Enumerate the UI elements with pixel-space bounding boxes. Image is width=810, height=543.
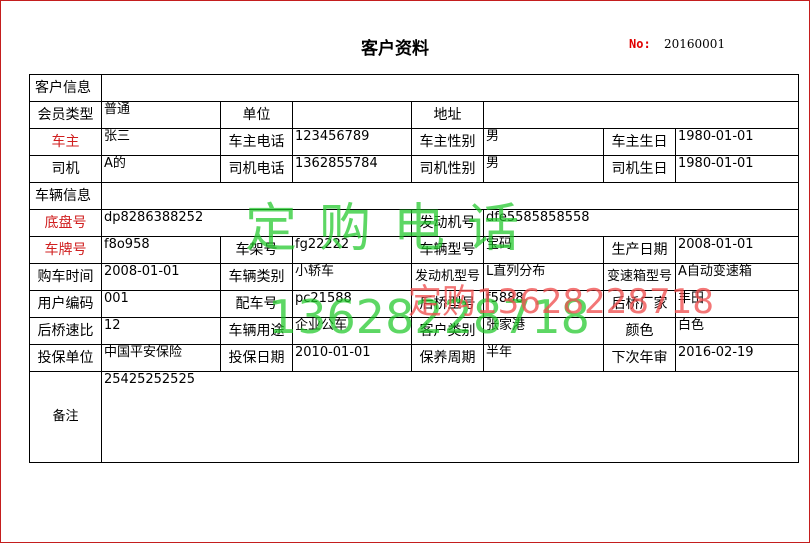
label-address: 地址 — [411, 101, 484, 129]
field-rear-axle-model[interactable]: f5888 — [483, 290, 604, 318]
field-driver[interactable]: A的 — [101, 155, 221, 183]
label-purchase-date: 购车时间 — [29, 263, 102, 291]
field-driver-gender[interactable]: 男 — [483, 155, 604, 183]
label-company: 单位 — [220, 101, 293, 129]
field-rear-axle-maker[interactable]: 丰田 — [674, 290, 800, 318]
field-remarks[interactable]: 25425252525 — [100, 371, 800, 463]
label-plate-no: 车牌号 — [29, 236, 102, 264]
doc-no-label: No: — [629, 37, 651, 51]
field-company[interactable] — [292, 101, 412, 129]
section-customer-info: 客户信息 — [29, 74, 102, 102]
field-owner-birthday[interactable]: 1980-01-01 — [674, 128, 800, 156]
label-usage: 车辆用途 — [220, 317, 293, 345]
field-maintenance-cycle[interactable]: 半年 — [483, 344, 604, 372]
field-insurer[interactable]: 中国平安保险 — [101, 344, 221, 372]
field-rear-axle-ratio[interactable]: 12 — [101, 317, 221, 345]
label-gearbox-model: 变速箱型号 — [603, 263, 676, 291]
field-engine-model[interactable]: L直列分布 — [483, 263, 604, 291]
field-color[interactable]: 白色 — [674, 317, 800, 345]
field-driver-birthday[interactable]: 1980-01-01 — [674, 155, 800, 183]
doc-no-value: 20160001 — [664, 37, 726, 51]
section-customer-filler — [100, 74, 800, 102]
field-purchase-date[interactable]: 2008-01-01 — [101, 263, 221, 291]
label-rear-axle-model: 后桥型号 — [411, 290, 484, 318]
label-frame-no: 车架号 — [220, 236, 293, 264]
label-owner-gender: 车主性别 — [411, 128, 484, 156]
label-owner-phone: 车主电话 — [220, 128, 293, 156]
label-model: 车辆型号 — [411, 236, 484, 264]
field-gearbox-model[interactable]: A自动变速箱 — [674, 263, 800, 291]
field-frame-no[interactable]: fg22222 — [292, 236, 412, 264]
field-model[interactable]: 宝码 — [483, 236, 604, 264]
label-member-type: 会员类型 — [29, 101, 102, 129]
label-remarks: 备注 — [29, 371, 102, 463]
field-owner-gender[interactable]: 男 — [483, 128, 604, 156]
label-color: 颜色 — [603, 317, 676, 345]
customer-form-table: 客户信息 会员类型 普通 单位 地址 车主 张三 车主电话 123456789 … — [29, 74, 800, 463]
field-insure-date[interactable]: 2010-01-01 — [292, 344, 412, 372]
field-key-no[interactable]: pc21588 — [292, 290, 412, 318]
field-owner[interactable]: 张三 — [101, 128, 221, 156]
section-vehicle-info: 车辆信息 — [29, 182, 102, 210]
label-key-no: 配车号 — [220, 290, 293, 318]
label-engine-no: 发动机号 — [411, 209, 484, 237]
label-chassis-no: 底盘号 — [29, 209, 102, 237]
label-rear-axle-ratio: 后桥速比 — [29, 317, 102, 345]
label-rear-axle-maker: 后桥厂家 — [603, 290, 676, 318]
label-owner: 车主 — [29, 128, 102, 156]
field-usage[interactable]: 企业公车 — [292, 317, 412, 345]
label-driver-phone: 司机电话 — [220, 155, 293, 183]
label-maintenance-cycle: 保养周期 — [411, 344, 484, 372]
field-chassis-no[interactable]: dp8286388252 — [101, 209, 412, 237]
label-driver: 司机 — [29, 155, 102, 183]
field-user-code[interactable]: 001 — [101, 290, 221, 318]
field-customer-type[interactable]: 张家港 — [483, 317, 604, 345]
label-insure-date: 投保日期 — [220, 344, 293, 372]
field-engine-no[interactable]: dfe5585858558 — [482, 209, 800, 237]
field-owner-phone[interactable]: 123456789 — [292, 128, 412, 156]
field-vehicle-class[interactable]: 小轿车 — [292, 263, 412, 291]
label-production-date: 生产日期 — [603, 236, 676, 264]
field-member-type[interactable]: 普通 — [101, 101, 221, 129]
label-driver-gender: 司机性别 — [411, 155, 484, 183]
field-driver-phone[interactable]: 1362855784 — [292, 155, 412, 183]
label-driver-birthday: 司机生日 — [603, 155, 676, 183]
field-address[interactable] — [482, 101, 800, 129]
label-user-code: 用户编码 — [29, 290, 102, 318]
section-vehicle-filler — [100, 182, 800, 210]
label-insurer: 投保单位 — [29, 344, 102, 372]
label-customer-type: 客户类别 — [411, 317, 484, 345]
field-plate-no[interactable]: f8o958 — [101, 236, 221, 264]
label-vehicle-class: 车辆类别 — [220, 263, 293, 291]
label-owner-birthday: 车主生日 — [603, 128, 676, 156]
field-next-inspection[interactable]: 2016-02-19 — [674, 344, 800, 372]
label-engine-model: 发动机型号 — [411, 263, 484, 291]
field-production-date[interactable]: 2008-01-01 — [674, 236, 800, 264]
label-next-inspection: 下次年审 — [603, 344, 676, 372]
